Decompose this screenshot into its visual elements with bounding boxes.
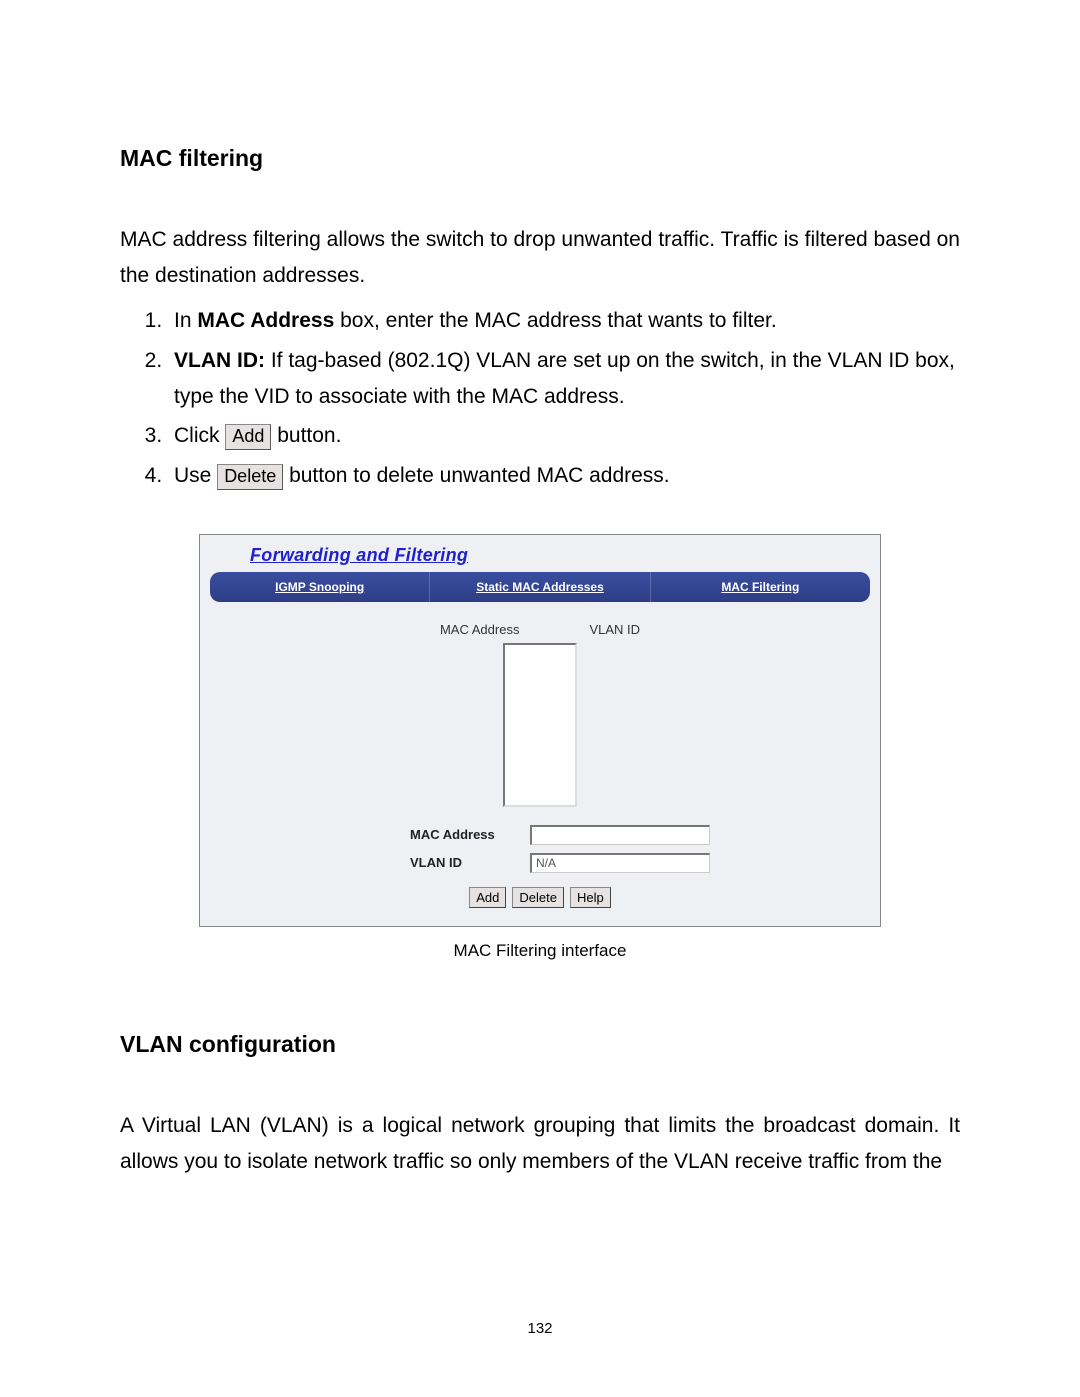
- column-vlan-id: VLAN ID: [589, 622, 640, 637]
- step-text: Click: [174, 424, 225, 447]
- tab-static-mac[interactable]: Static MAC Addresses: [430, 572, 650, 602]
- step-2: VLAN ID: If tag-based (802.1Q) VLAN are …: [168, 343, 960, 414]
- step-text: If tag-based (802.1Q) VLAN are set up on…: [174, 349, 955, 408]
- tab-mac-filtering[interactable]: MAC Filtering: [651, 572, 870, 602]
- page-number: 132: [0, 1320, 1080, 1337]
- mac-filtering-panel: Forwarding and Filtering IGMP Snooping S…: [199, 534, 881, 927]
- figure-caption: MAC Filtering interface: [120, 941, 960, 961]
- step-bold: VLAN ID:: [174, 349, 265, 372]
- label-vlan-id: VLAN ID: [410, 855, 530, 870]
- delete-button-inline: Delete: [217, 464, 283, 490]
- panel-title: Forwarding and Filtering: [250, 545, 468, 565]
- vlan-paragraph: A Virtual LAN (VLAN) is a logical networ…: [120, 1108, 960, 1179]
- step-text: Use: [174, 464, 217, 487]
- step-text: button.: [277, 424, 341, 447]
- heading-mac-filtering: MAC filtering: [120, 145, 960, 172]
- step-1: In MAC Address box, enter the MAC addres…: [168, 303, 960, 339]
- step-bold: MAC Address: [197, 309, 334, 332]
- add-button-inline: Add: [225, 424, 271, 450]
- heading-vlan-configuration: VLAN configuration: [120, 1031, 960, 1058]
- step-text: button to delete unwanted MAC address.: [289, 464, 670, 487]
- tab-bar: IGMP Snooping Static MAC Addresses MAC F…: [210, 572, 870, 602]
- intro-paragraph: MAC address filtering allows the switch …: [120, 222, 960, 293]
- label-mac-address: MAC Address: [410, 827, 530, 842]
- add-button[interactable]: Add: [469, 887, 506, 908]
- vlan-id-input[interactable]: [530, 853, 710, 873]
- steps-list: In MAC Address box, enter the MAC addres…: [120, 303, 960, 493]
- mac-address-input[interactable]: [530, 825, 710, 845]
- step-text: In: [174, 309, 197, 332]
- step-4: Use Delete button to delete unwanted MAC…: [168, 458, 960, 494]
- step-3: Click Add button.: [168, 418, 960, 454]
- delete-button[interactable]: Delete: [512, 887, 564, 908]
- step-text: box, enter the MAC address that wants to…: [334, 309, 776, 332]
- column-mac-address: MAC Address: [440, 622, 519, 637]
- tab-igmp-snooping[interactable]: IGMP Snooping: [210, 572, 430, 602]
- help-button[interactable]: Help: [570, 887, 611, 908]
- mac-listbox[interactable]: [503, 643, 577, 807]
